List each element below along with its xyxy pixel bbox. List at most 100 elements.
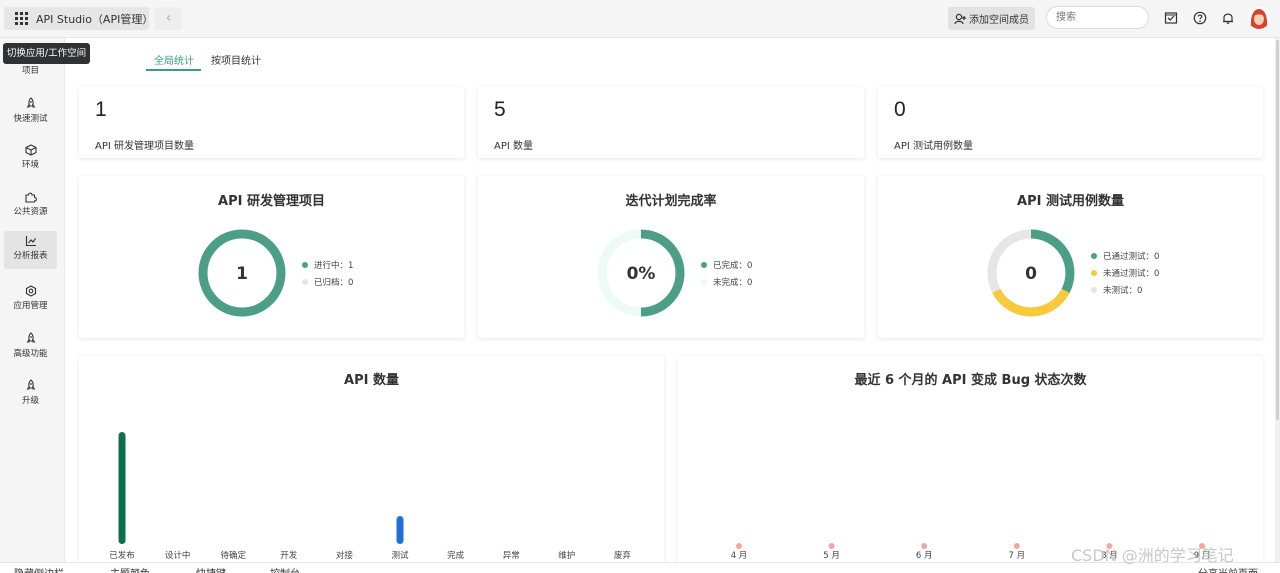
donut-card-test-cases: API 测试用例数量 0 已通过测试：0 未通过测试：0 未测试：0 [878,176,1263,338]
help-icon[interactable] [1193,11,1207,25]
donut-chart: 1 [198,229,286,317]
stat-label: API 研发管理项目数量 [95,141,194,152]
x-tick-label: 完成 [447,550,465,561]
sidebar-item-label: 升级 [21,396,39,406]
x-tick-label: 对接 [336,550,354,561]
active-tab-indicator [146,69,201,71]
point-5 月[interactable] [828,543,835,549]
x-tick-label: 4 月 [731,551,748,561]
x-tick-label: 5 月 [823,551,840,561]
x-tick-label: 已发布 [109,550,135,561]
chart-icon [25,236,36,247]
point-4 月[interactable] [736,543,742,549]
api-count-bar-chart: 已发布 设计中 待确定 开发 对接 测试 完成 异常 维护 废弃 [109,432,632,561]
legend-label: 已完成：0 [713,260,753,271]
apps-grid-icon [15,12,28,25]
stat-label: API 数量 [494,141,533,152]
bug-trend-chart-card: 最近 6 个月的 API 变成 Bug 状态次数 4 月5 月6 月7 月8 月… [678,356,1263,572]
tab-global-stats[interactable]: 全局统计 [154,52,194,67]
main-content: 全局统计 按项目统计 1 API 研发管理项目数量 5 API 数量 0 API… [65,38,1275,572]
stat-label: API 测试用例数量 [894,141,973,152]
legend-label: 已通过测试：0 [1103,251,1160,262]
legend-dot [1091,269,1097,276]
rocket-icon [26,379,35,390]
gear-icon [25,285,36,297]
donut-center-value: 0 [1025,264,1037,284]
point-6 月[interactable] [921,543,928,549]
sidebar-item-label: 分析报表 [13,251,48,261]
tab-project-stats[interactable]: 按项目统计 [211,52,261,67]
legend-dot [1091,252,1097,259]
x-tick-label: 废弃 [614,550,632,561]
x-tick-label: 测试 [391,550,409,561]
add-member-label: 添加空间成员 [969,15,1029,26]
sidebar-item-advanced[interactable]: 高级功能 [4,328,57,366]
chart-title: API 研发管理项目 [218,194,325,209]
x-tick-label: 维护 [558,550,575,561]
donut-center-value: 0% [627,264,656,284]
sidebar: 项目 快速测试 环境 公共资源 分析报表 应用管理 高级功能 升级 [0,38,65,572]
stat-card-apis: 5 API 数量 [478,87,864,158]
legend-label: 已归档：0 [314,277,354,288]
bar-已发布[interactable] [118,432,126,544]
legend-item: 未通过测试：0 [1091,264,1159,281]
legend-label: 未通过测试：0 [1103,268,1160,279]
watermark: CSDN @洲的学习笔记 [1071,546,1234,565]
bar-测试[interactable] [396,516,404,544]
sidebar-item-public-resources[interactable]: 公共资源 [4,187,57,225]
x-tick-label: 待确定 [220,550,246,561]
x-tick-label: 7 月 [1008,551,1025,561]
legend-item: 已归档：0 [302,273,353,290]
cube-icon [24,144,37,156]
x-tick-label: 6 月 [916,551,933,561]
search-input[interactable] [1046,6,1149,29]
donut-card-iteration: 迭代计划完成率 0% 已完成：0 未完成：0 [478,176,864,338]
sidebar-item-environment[interactable]: 环境 [4,140,57,178]
legend-dot [1091,286,1097,293]
point-7 月[interactable] [1013,543,1020,549]
legend-item: 进行中：1 [302,256,353,273]
sidebar-item-analytics[interactable]: 分析报表 [4,231,57,269]
legend-item: 未完成：0 [701,273,752,290]
donut-legend: 进行中：1 已归档：0 [302,256,353,290]
legend-dot [302,278,308,285]
legend-item: 未测试：0 [1091,281,1159,298]
sidebar-item-quick-test[interactable]: 快速测试 [4,93,57,131]
add-user-icon [954,13,966,24]
legend-dot [701,278,707,285]
donut-chart: 0 [987,229,1075,317]
sidebar-item-label: 环境 [21,160,39,170]
app-switcher-button[interactable]: API Studio（API管理） [4,7,154,30]
legend-dot [302,261,308,268]
bell-icon[interactable] [1221,11,1235,25]
rocket-icon [26,332,35,343]
sidebar-item-label: 高级功能 [13,349,48,359]
sidebar-item-app-management[interactable]: 应用管理 [4,281,57,319]
x-tick-label: 异常 [503,550,520,561]
stat-value: 0 [894,98,906,121]
chart-title: 迭代计划完成率 [625,194,717,209]
sidebar-item-upgrade[interactable]: 升级 [4,375,57,413]
donut-center-value: 1 [236,264,248,284]
x-tick-label: 设计中 [165,550,191,561]
top-bar: API Studio（API管理） ‹ 添加空间成员 [0,0,1280,38]
collapse-button[interactable]: ‹ [155,7,182,30]
chart-title: API 测试用例数量 [1017,194,1124,209]
chevron-left-icon: ‹ [165,10,172,26]
sidebar-item-label: 公共资源 [13,207,48,217]
sidebar-item-label: 应用管理 [13,301,48,311]
stat-card-projects: 1 API 研发管理项目数量 [79,87,464,158]
legend-label: 未测试：0 [1103,285,1143,296]
legend-label: 未完成：0 [713,277,753,288]
stat-value: 5 [494,98,506,121]
add-member-button[interactable]: 添加空间成员 [948,7,1035,30]
stat-card-test-cases: 0 API 测试用例数量 [878,87,1263,158]
task-icon[interactable] [1164,11,1178,25]
user-avatar[interactable] [1248,7,1270,29]
donut-legend: 已通过测试：0 未通过测试：0 未测试：0 [1091,247,1159,298]
donut-card-projects: API 研发管理项目 1 进行中：1 已归档：0 [79,176,464,338]
app-name: API Studio（API管理） [36,12,154,26]
puzzle-icon [25,192,37,203]
scrollbar-thumb[interactable] [1276,40,1279,420]
legend-label: 进行中：1 [314,260,354,271]
